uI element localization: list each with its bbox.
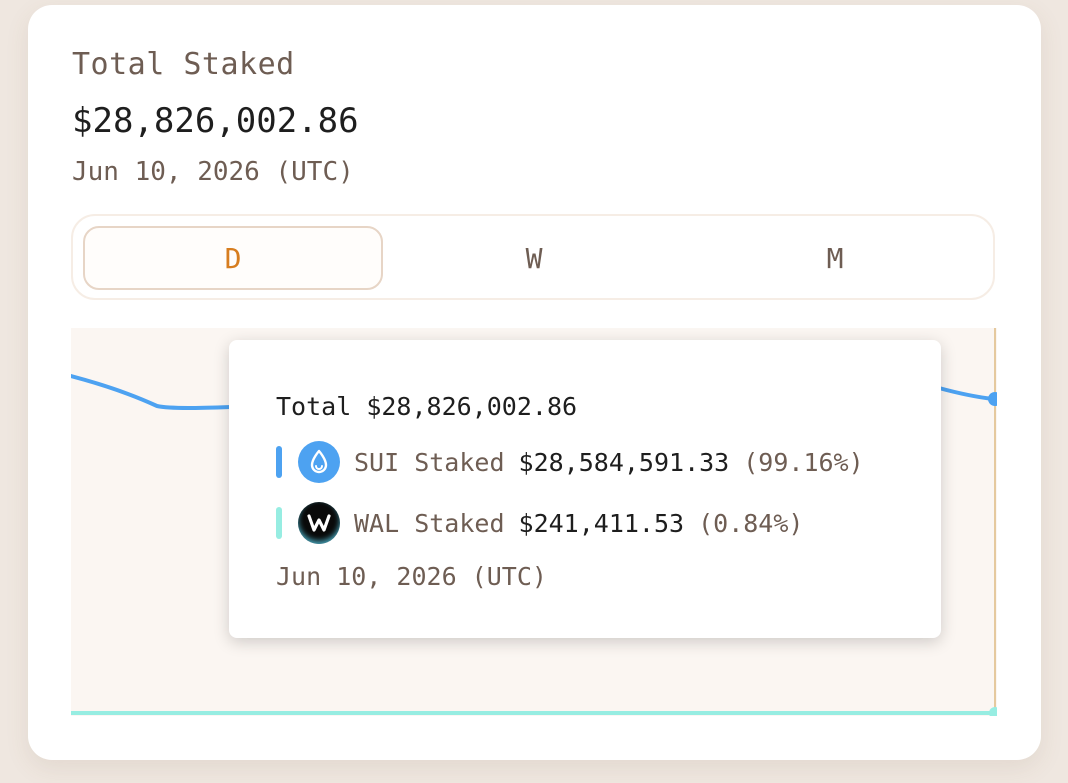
sui-staked-value: $28,584,591.33 — [518, 447, 730, 477]
wal-series-marker — [276, 507, 282, 539]
sui-droplet-icon — [298, 441, 340, 483]
wal-staked-pct: (0.84%) — [698, 508, 804, 538]
tab-month[interactable]: M — [685, 226, 985, 290]
tooltip-total: Total $28,826,002.86 — [276, 392, 577, 421]
wal-staked-value: $241,411.53 — [518, 508, 685, 538]
wal-staked-label: WAL Staked — [354, 508, 505, 538]
sui-series-line — [71, 374, 253, 410]
tooltip-row-wal: WAL Staked $241,411.53 (0.84%) — [276, 502, 803, 544]
sui-staked-pct: (99.16%) — [743, 447, 864, 477]
total-staked-amount: $28,826,002.86 — [72, 101, 359, 141]
wal-hover-point — [989, 707, 997, 716]
tab-day[interactable]: D — [83, 226, 383, 290]
sui-series-line-right — [937, 386, 995, 401]
total-staked-date: Jun 10, 2026 (UTC) — [72, 157, 354, 187]
total-staked-label: Total Staked — [72, 47, 295, 82]
timeframe-tabs: D W M — [71, 214, 995, 300]
tooltip-row-sui: SUI Staked $28,584,591.33 (99.16%) — [276, 441, 864, 483]
tooltip-date: Jun 10, 2026 (UTC) — [276, 562, 547, 591]
sui-staked-label: SUI Staked — [354, 447, 505, 477]
wal-w-icon — [298, 502, 340, 544]
tab-week[interactable]: W — [384, 226, 684, 290]
total-staked-card: Total Staked $28,826,002.86 Jun 10, 2026… — [28, 5, 1041, 760]
tooltip-total-label: Total — [276, 392, 352, 421]
chart-tooltip: Total $28,826,002.86 SUI Staked $28,584,… — [229, 340, 941, 638]
tooltip-total-value: $28,826,002.86 — [366, 392, 578, 421]
sui-series-marker — [276, 446, 282, 478]
sui-hover-point — [988, 392, 997, 406]
